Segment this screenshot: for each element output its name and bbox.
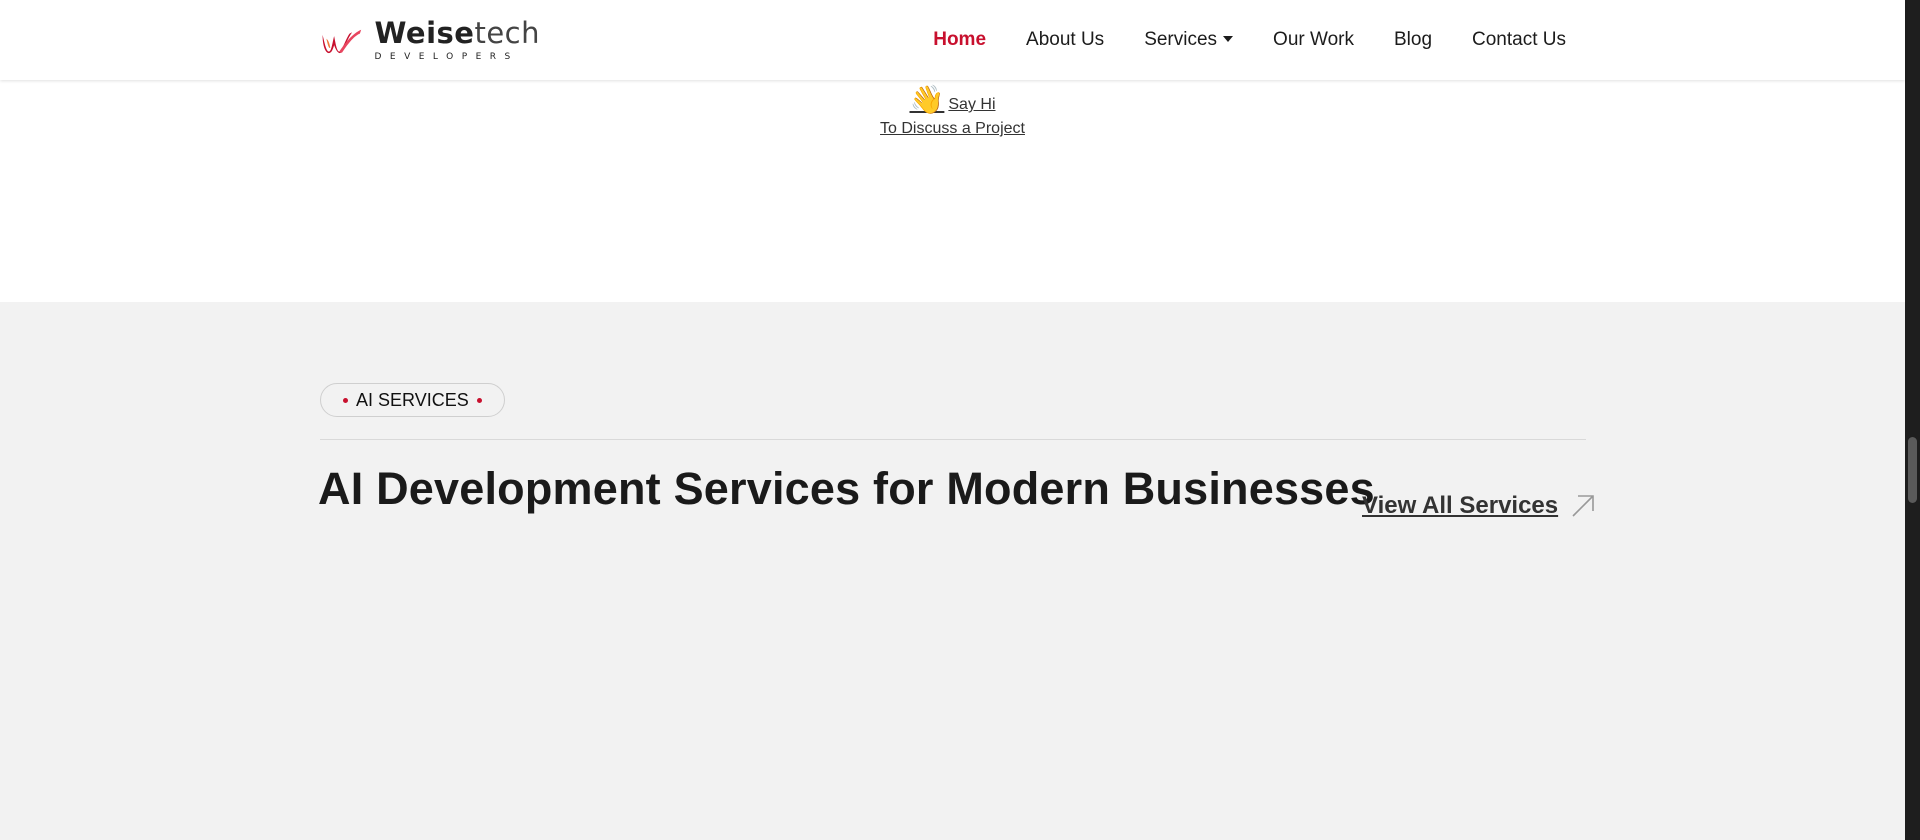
section-divider (320, 439, 1586, 440)
site-header: Weisetech DEVELOPERS Home About Us Servi… (0, 0, 1905, 80)
nav-our-work[interactable]: Our Work (1273, 29, 1354, 51)
scrollbar-thumb[interactable] (1908, 437, 1917, 503)
nav-services[interactable]: Services (1144, 29, 1234, 51)
say-hi-label: Say Hi (948, 96, 996, 113)
vertical-scrollbar[interactable] (1905, 0, 1920, 840)
say-hi-link[interactable]: 👋 Say Hi (910, 86, 996, 114)
nav-home[interactable]: Home (933, 29, 986, 51)
logo-name: Weisetech (374, 15, 540, 50)
logo-link[interactable]: Weisetech DEVELOPERS (320, 18, 540, 62)
nav-contact-us[interactable]: Contact Us (1472, 29, 1566, 51)
logo-tagline: DEVELOPERS (374, 51, 519, 62)
waving-hand-icon: 👋 (909, 84, 945, 115)
ai-services-badge: AI SERVICES (320, 383, 505, 417)
arrow-up-right-icon (1572, 495, 1594, 517)
discuss-project-link[interactable]: To Discuss a Project (0, 120, 1905, 138)
nav-about-us[interactable]: About Us (1026, 29, 1104, 51)
badge-label: AI SERVICES (356, 389, 469, 410)
view-all-label: View All Services (1362, 492, 1559, 519)
weisetech-logo-icon (322, 29, 362, 54)
page: Weisetech DEVELOPERS Home About Us Servi… (0, 0, 1905, 840)
nav-services-label: Services (1144, 29, 1218, 50)
chevron-down-icon (1223, 35, 1234, 42)
badge-dot-right (476, 397, 482, 403)
view-all-services-link[interactable]: View All Services (1362, 492, 1596, 520)
main-nav: Home About Us Services Our Work Blog Con… (893, 0, 1566, 80)
nav-blog[interactable]: Blog (1394, 29, 1432, 51)
badge-dot-left (343, 397, 348, 403)
section-title: AI Development Services for Modern Busin… (318, 463, 1375, 514)
logo-text: Weisetech DEVELOPERS (374, 15, 540, 62)
say-hi-block: 👋 Say Hi To Discuss a Project (0, 86, 1905, 138)
